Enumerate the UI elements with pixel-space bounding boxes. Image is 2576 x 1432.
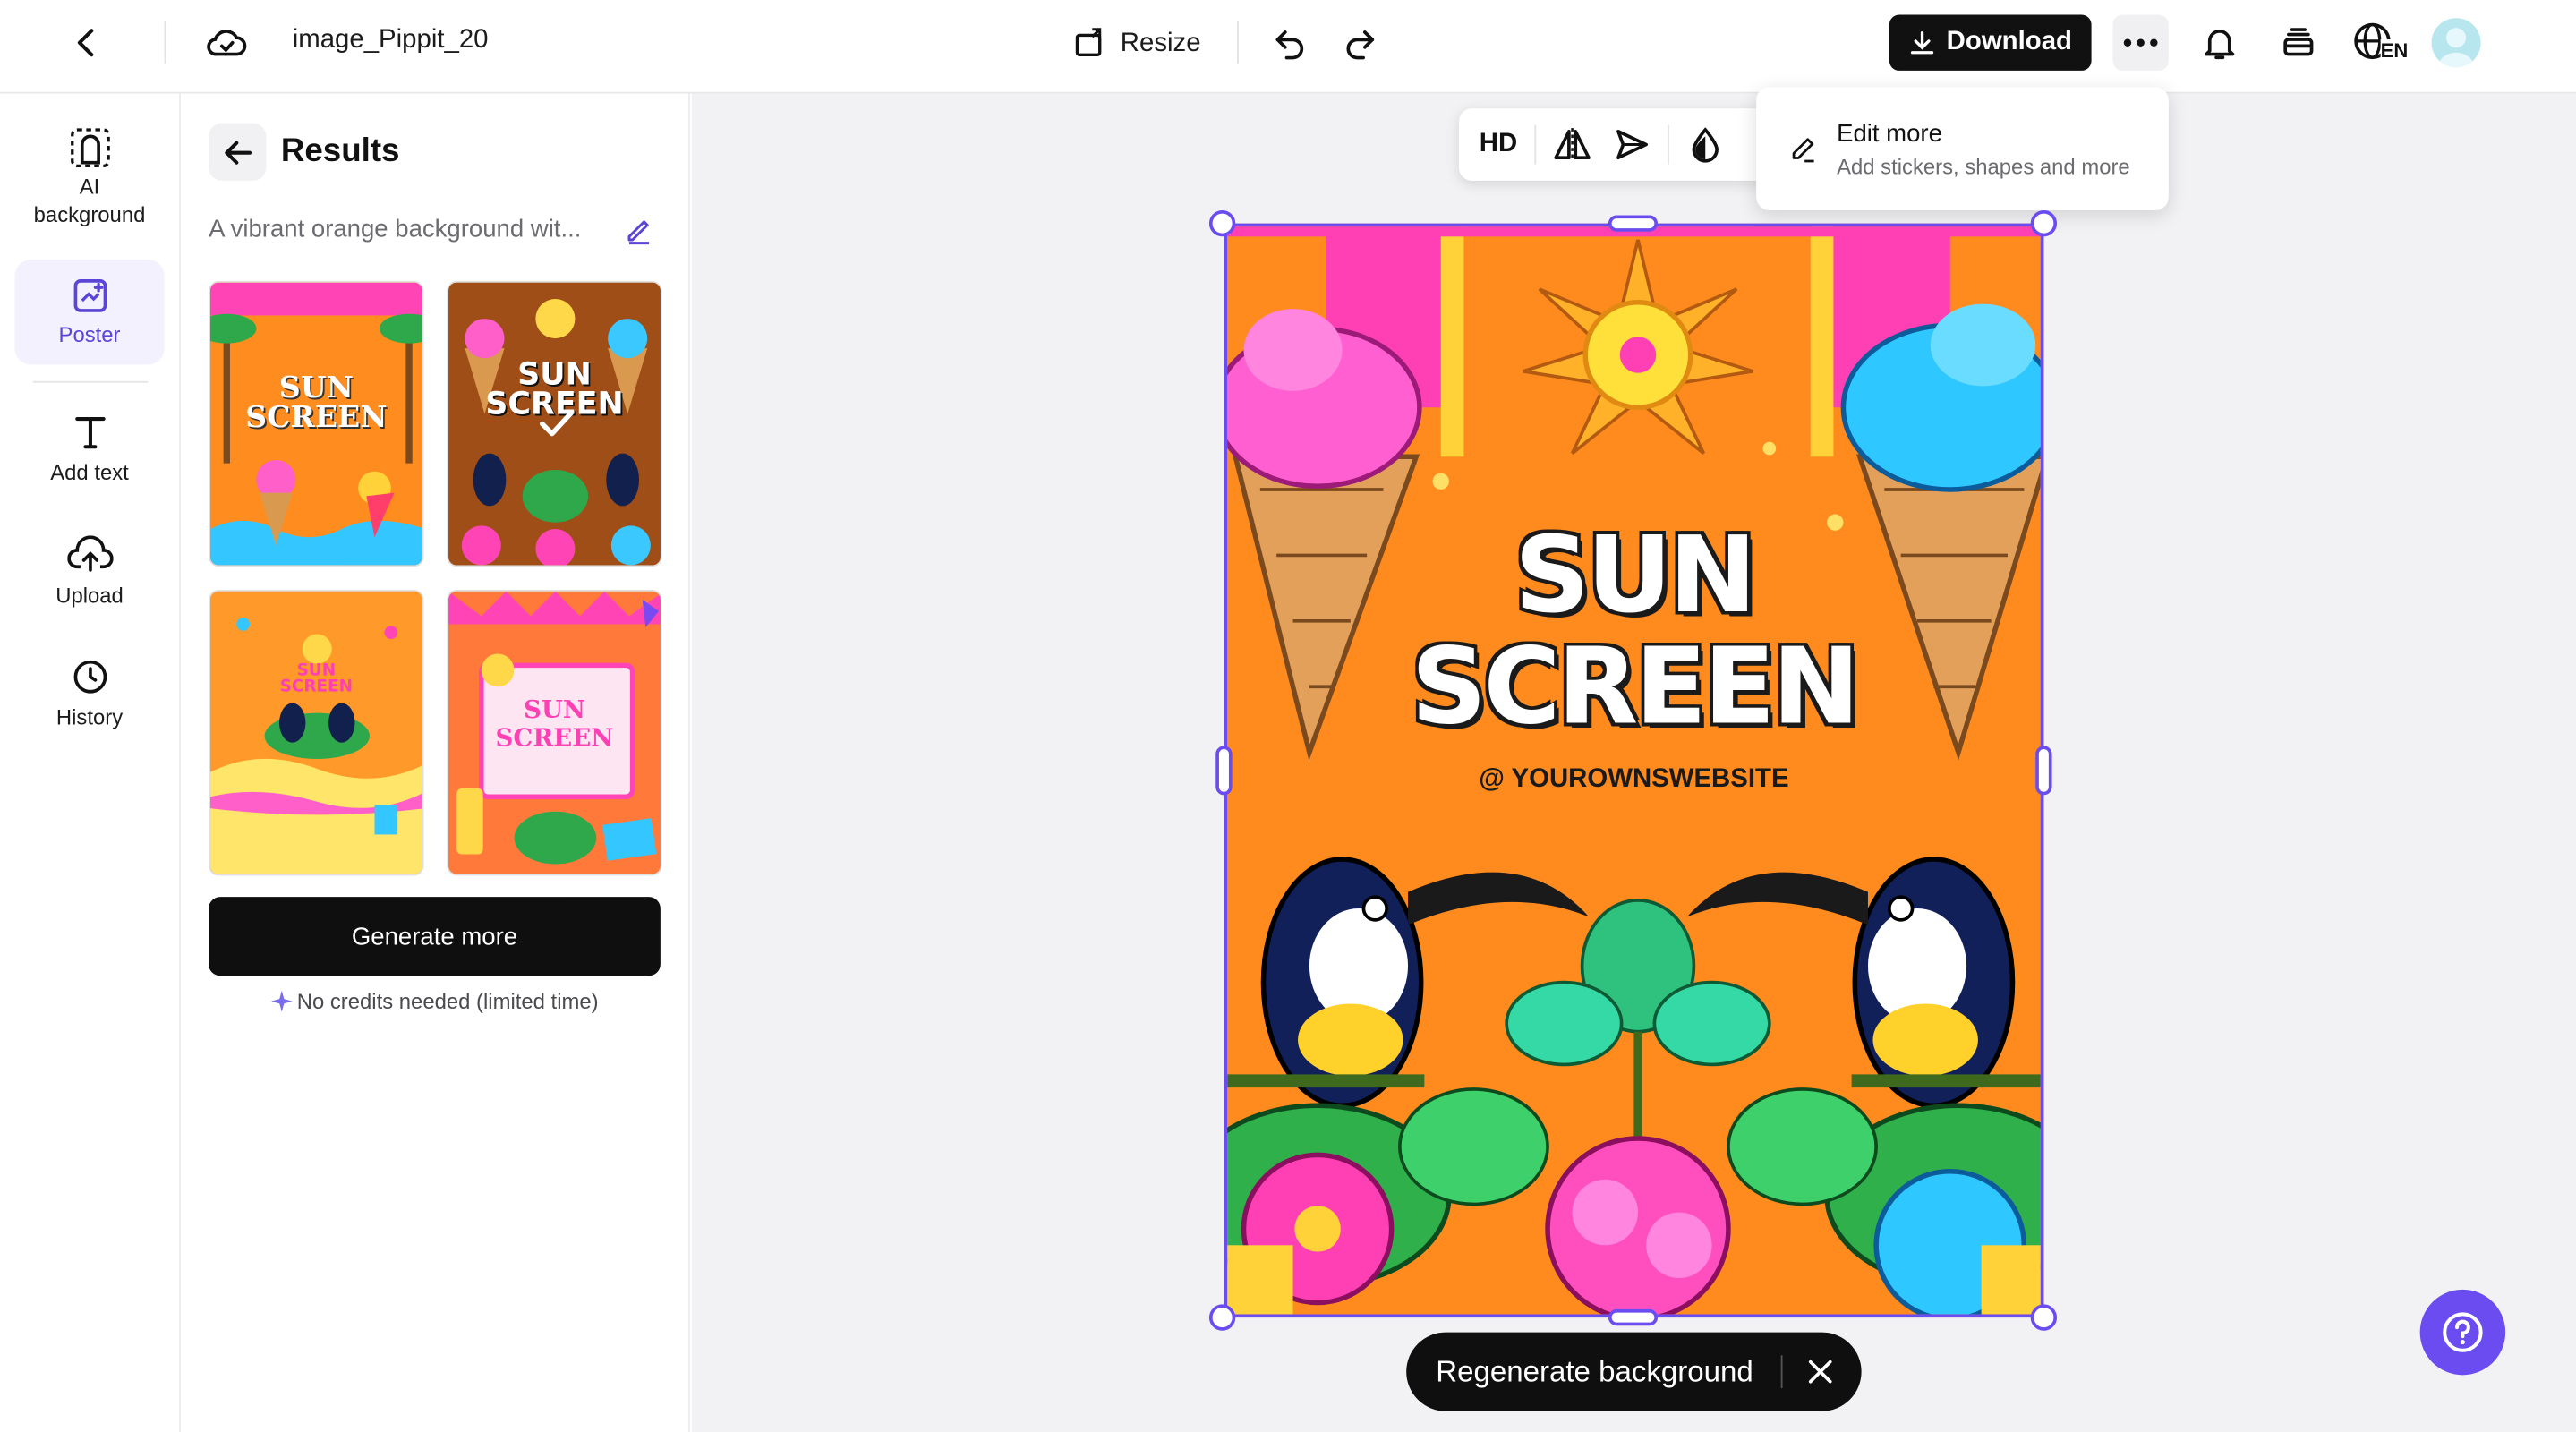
poster-title-line2[interactable]: SCREEN <box>1227 635 2041 743</box>
undo-icon[interactable] <box>1260 13 1319 72</box>
cloud-sync-icon[interactable] <box>197 13 256 72</box>
language-globe-icon[interactable]: EN <box>2350 13 2409 72</box>
divider <box>164 21 166 64</box>
resize-handle-bottom[interactable] <box>1608 1308 1659 1326</box>
resize-handle-right[interactable] <box>2035 746 2052 796</box>
result-thumbnail[interactable]: SUN SCREEN <box>447 589 662 876</box>
resize-icon <box>1075 28 1102 57</box>
opacity-drop-icon[interactable] <box>1683 122 1728 167</box>
rail-item-label: Poster <box>58 321 121 347</box>
top-bar: image_Pippit_20 Resize Download EN <box>0 0 2576 94</box>
more-dots-icon <box>2123 38 2158 47</box>
bell-icon[interactable] <box>2190 13 2249 72</box>
history-icon <box>73 660 107 694</box>
download-icon <box>1910 31 1933 55</box>
rail-item-add-text[interactable]: Add text <box>15 413 165 487</box>
credits-text: No credits needed (limited time) <box>296 988 599 1014</box>
redo-icon[interactable] <box>1331 13 1390 72</box>
floating-toolbar: HD <box>1458 108 1788 181</box>
resize-label: Resize <box>1120 30 1201 58</box>
poster-canvas[interactable]: SUN SCREEN @ YOUROWNSWEBSITE <box>1224 223 2044 1318</box>
resize-handle-top-left[interactable] <box>1208 209 1236 237</box>
resize-handle-bottom-left[interactable] <box>1208 1304 1236 1331</box>
more-options-menu: Edit more Add stickers, shapes and more <box>1756 87 2169 210</box>
rail-item-label: History <box>55 704 124 729</box>
rail-divider <box>32 380 149 383</box>
back-arrow-icon[interactable] <box>57 13 116 72</box>
left-rail: AI background Poster Add text Upload His… <box>0 93 181 1432</box>
download-button[interactable]: Download <box>1889 14 2092 71</box>
credits-note: No credits needed (limited time) <box>209 989 661 1014</box>
thumbnail-artwork <box>209 591 422 874</box>
result-thumbnail[interactable]: SUN SCREEN <box>209 280 424 567</box>
thumbnail-title: SUN SCREEN <box>279 661 353 697</box>
file-name[interactable]: image_Pippit_20 <box>293 26 489 55</box>
upload-icon <box>66 535 113 572</box>
arrow-left-icon <box>224 140 252 164</box>
resize-button[interactable]: Resize <box>1071 20 1201 69</box>
divider <box>1668 124 1669 165</box>
avatar[interactable] <box>2431 18 2481 68</box>
panel-title: Results <box>280 132 400 170</box>
ai-background-icon <box>70 128 109 168</box>
thumbnail-title: SUN SCREEN <box>495 695 614 753</box>
rail-item-ai-background[interactable]: AI background <box>15 124 165 228</box>
resize-handle-top-right[interactable] <box>2030 209 2058 237</box>
resize-handle-left[interactable] <box>1215 746 1233 796</box>
send-arrange-icon[interactable] <box>1608 122 1654 167</box>
layers-icon[interactable] <box>2269 13 2328 72</box>
hd-button[interactable]: HD <box>1475 122 1521 167</box>
thumbnail-title: SUN SCREEN <box>245 371 388 436</box>
download-label: Download <box>1946 28 2072 56</box>
results-panel: Results A vibrant orange background wit.… <box>180 93 690 1432</box>
resize-handle-bottom-right[interactable] <box>2030 1304 2058 1331</box>
more-options-button[interactable] <box>2112 14 2169 71</box>
help-question-icon <box>2443 1312 2483 1352</box>
rail-item-label: Upload <box>55 583 124 609</box>
language-code: EN <box>2380 39 2409 63</box>
menu-item-subtitle: Add stickers, shapes and more <box>1837 154 2130 180</box>
menu-item-edit-more[interactable]: Edit more <box>1837 120 1942 148</box>
rail-item-label: AI background <box>33 174 146 227</box>
rail-item-label: Add text <box>50 459 129 485</box>
checkmark-icon <box>539 409 575 437</box>
text-icon <box>74 417 105 449</box>
rail-item-poster[interactable]: Poster <box>14 260 165 365</box>
help-button[interactable] <box>2419 1289 2506 1376</box>
generate-more-button[interactable]: Generate more <box>209 897 661 976</box>
regenerate-background-bar: Regenerate background <box>1406 1332 1862 1411</box>
poster-subtitle[interactable]: @ YOUROWNSWEBSITE <box>1227 765 2041 795</box>
divider <box>1237 21 1239 64</box>
result-thumbnail-selected[interactable]: SUN SCREEN <box>447 280 662 567</box>
edit-prompt-icon[interactable] <box>624 215 653 252</box>
resize-handle-top[interactable] <box>1608 215 1659 232</box>
rail-item-upload[interactable]: Upload <box>15 535 165 609</box>
poster-icon <box>73 279 107 312</box>
regenerate-background-button[interactable]: Regenerate background <box>1436 1354 1753 1389</box>
sparkle-icon <box>270 990 293 1012</box>
poster-title-line1[interactable]: SUN <box>1227 523 2041 631</box>
flip-icon[interactable] <box>1549 122 1595 167</box>
close-icon[interactable] <box>1804 1355 1837 1396</box>
prompt-text: A vibrant orange background wit... <box>209 215 582 243</box>
divider <box>1534 124 1537 165</box>
pencil-icon <box>1789 135 1817 171</box>
divider <box>1780 1355 1783 1388</box>
rail-item-history[interactable]: History <box>15 657 165 731</box>
result-thumbnail[interactable]: SUN SCREEN <box>209 589 424 876</box>
panel-back-button[interactable] <box>209 123 267 181</box>
